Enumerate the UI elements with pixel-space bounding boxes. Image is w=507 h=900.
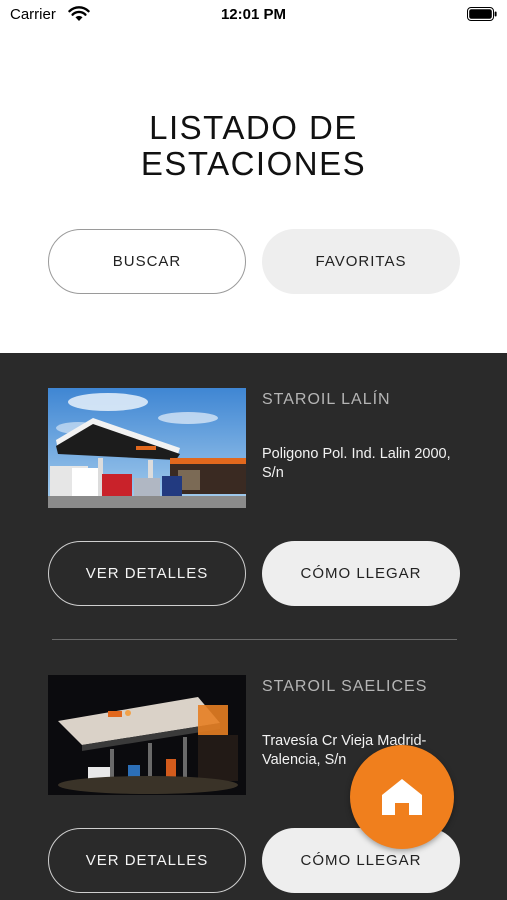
directions-button[interactable]: CÓMO LLEGAR: [262, 541, 460, 606]
clock: 12:01 PM: [220, 6, 287, 23]
status-bar: Carrier 12:01 PM: [0, 0, 507, 30]
station-photo: [48, 388, 246, 508]
divider: [52, 639, 457, 640]
page-title-line1: LISTADO DE: [149, 109, 358, 146]
station-name: STAROIL SAELICES: [262, 678, 428, 695]
home-fab-button[interactable]: [350, 745, 454, 849]
page-title: LISTADO DE ESTACIONES: [0, 110, 507, 182]
station-photo: [48, 675, 246, 795]
page-title-line2: ESTACIONES: [140, 145, 367, 182]
favorites-button[interactable]: FAVORITAS: [262, 229, 460, 294]
station-name: STAROIL LALÍN: [262, 391, 391, 408]
battery-icon: [467, 7, 497, 21]
view-details-button[interactable]: VER DETALLES: [48, 541, 246, 606]
station-address: Poligono Pol. Ind. Lalin 2000, S/n: [262, 446, 451, 481]
search-button[interactable]: BUSCAR: [48, 229, 246, 294]
home-icon: [382, 779, 422, 815]
view-details-button[interactable]: VER DETALLES: [48, 828, 246, 893]
